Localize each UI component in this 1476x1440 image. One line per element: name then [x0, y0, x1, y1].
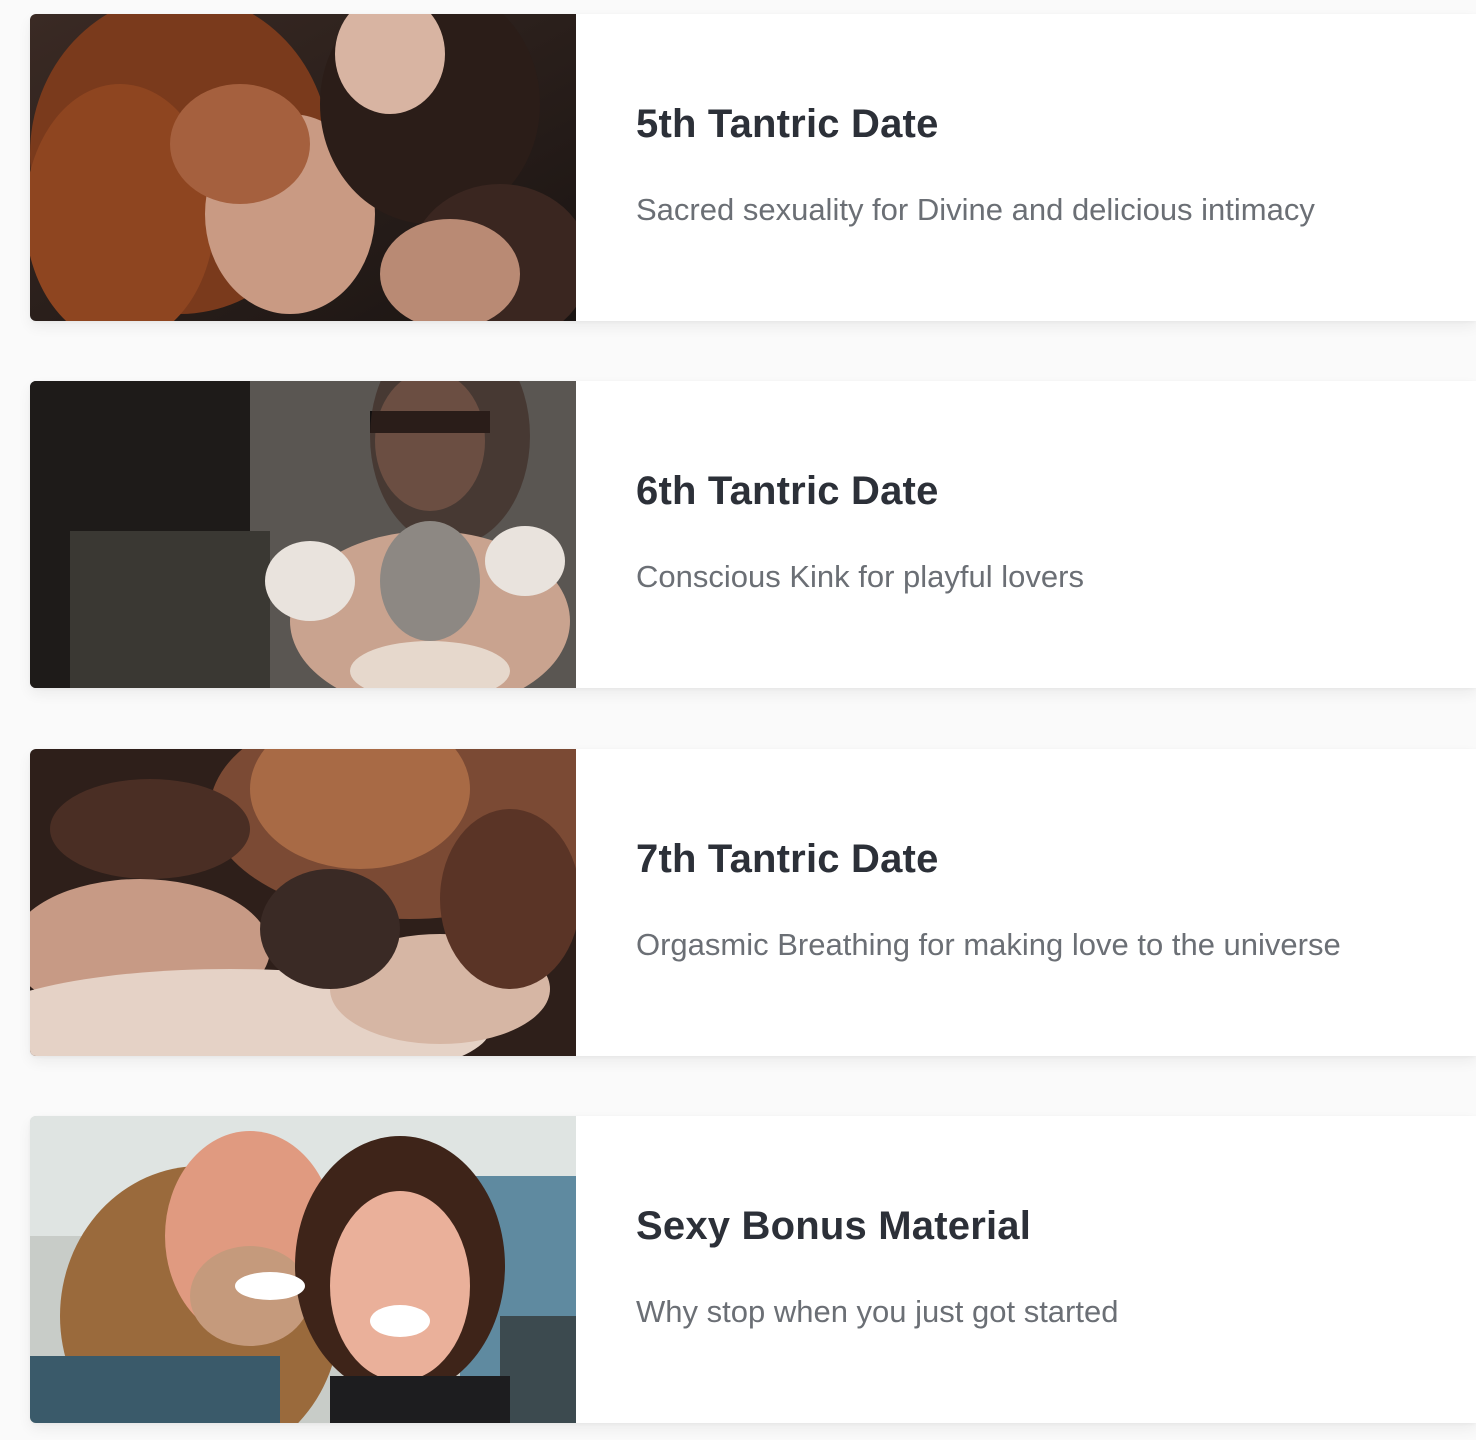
lesson-list: 5th Tantric Date Sacred sexuality for Di… [0, 0, 1476, 1440]
lesson-subtitle: Orgasmic Breathing for making love to th… [636, 927, 1341, 962]
lesson-title[interactable]: 5th Tantric Date [636, 102, 939, 147]
lesson-card[interactable]: Sexy Bonus Material Why stop when you ju… [30, 1116, 1476, 1423]
lesson-text: 5th Tantric Date Sacred sexuality for Di… [576, 14, 1476, 321]
lesson-text: Sexy Bonus Material Why stop when you ju… [576, 1116, 1476, 1423]
lesson-subtitle: Conscious Kink for playful lovers [636, 559, 1084, 594]
lesson-thumbnail[interactable] [30, 749, 576, 1056]
couple-embrace-photo [30, 14, 576, 321]
lesson-text: 7th Tantric Date Orgasmic Breathing for … [576, 749, 1476, 1056]
lesson-text: 6th Tantric Date Conscious Kink for play… [576, 381, 1476, 688]
lesson-title[interactable]: 6th Tantric Date [636, 469, 939, 514]
lesson-thumbnail[interactable] [30, 14, 576, 321]
lesson-title[interactable]: Sexy Bonus Material [636, 1204, 1031, 1249]
lesson-card[interactable]: 7th Tantric Date Orgasmic Breathing for … [30, 749, 1476, 1056]
lesson-card[interactable]: 5th Tantric Date Sacred sexuality for Di… [30, 14, 1476, 321]
lesson-subtitle: Sacred sexuality for Divine and deliciou… [636, 192, 1315, 227]
blindfolded-woman-photo [30, 381, 576, 688]
lesson-card[interactable]: 6th Tantric Date Conscious Kink for play… [30, 381, 1476, 688]
lesson-title[interactable]: 7th Tantric Date [636, 837, 939, 882]
lesson-thumbnail[interactable] [30, 1116, 576, 1423]
lesson-thumbnail[interactable] [30, 381, 576, 688]
holding-hands-photo [30, 749, 576, 1056]
smiling-couple-selfie-photo [30, 1116, 576, 1423]
lesson-subtitle: Why stop when you just got started [636, 1294, 1119, 1329]
